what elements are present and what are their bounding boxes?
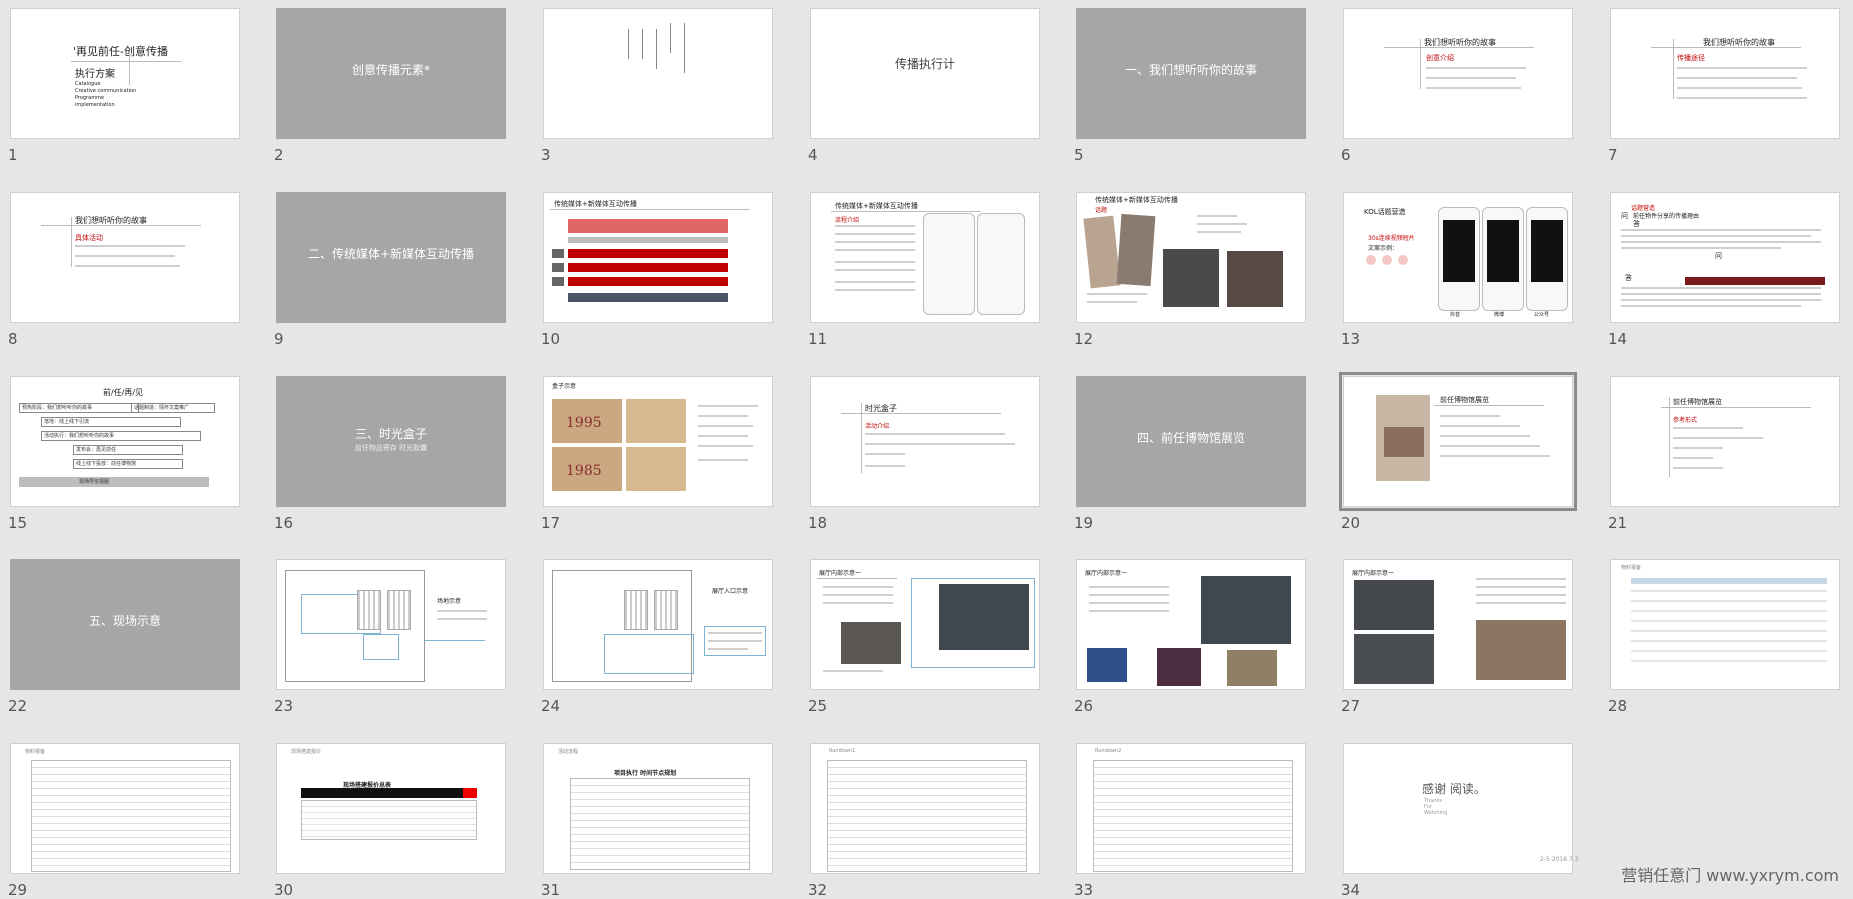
slide-number: 21 bbox=[1608, 514, 1628, 532]
slide-title: 我们想听听你的故事 bbox=[1424, 38, 1496, 47]
slide-title: 现场搭建报价 bbox=[291, 749, 322, 755]
slide-title: 传统媒体+新媒体互动传播 bbox=[554, 200, 637, 208]
slide-number: 13 bbox=[1341, 330, 1361, 348]
slide-number: 23 bbox=[274, 697, 294, 715]
slide-number: 11 bbox=[808, 330, 828, 348]
slide-title: '再见前任-创意传播 bbox=[73, 45, 168, 58]
slide-title: 展厅入口示意 bbox=[712, 588, 749, 595]
slide-title: 传统媒体+新媒体互动传播 bbox=[835, 202, 918, 210]
slide-number: 34 bbox=[1341, 881, 1361, 899]
slide-number: 30 bbox=[274, 881, 294, 899]
slide-title: 三、时光盒子 bbox=[354, 427, 427, 441]
slide-number: 16 bbox=[274, 514, 294, 532]
slide-number: 15 bbox=[8, 514, 28, 532]
slide-number: 32 bbox=[808, 881, 828, 899]
slide-title: 创意传播元素* bbox=[351, 63, 430, 77]
slide-title: 时光盒子 bbox=[865, 404, 897, 413]
slide-title: KOL话题营造 bbox=[1364, 208, 1406, 216]
slide-title: 展厅内部示意一 bbox=[1352, 570, 1395, 577]
slide-title: 活动流程 bbox=[558, 749, 579, 755]
slide-number: 33 bbox=[1074, 881, 1094, 899]
slide-title: 物料报备 bbox=[1621, 565, 1642, 571]
corner-date-label: 2-5 2018.7.3 bbox=[1540, 856, 1579, 863]
slide-title: 展厅内部示意一 bbox=[1085, 570, 1128, 577]
slide-number: 3 bbox=[541, 146, 551, 164]
slide-title: 四、前任博物馆展览 bbox=[1136, 431, 1245, 445]
slide-title: 感谢 阅读。 bbox=[1422, 782, 1486, 796]
slide-title: 我们想听听你的故事 bbox=[75, 216, 147, 225]
slide-number: 10 bbox=[541, 330, 561, 348]
site-watermark: 营销任意门 www.yxrym.com bbox=[1621, 866, 1839, 885]
slide-title: 传统媒体+新媒体互动传播 bbox=[1095, 196, 1178, 204]
slide-number: 5 bbox=[1074, 146, 1084, 164]
slide-number: 22 bbox=[8, 697, 28, 715]
slide-title: 场地示意 bbox=[437, 598, 462, 605]
slide-number: 29 bbox=[8, 881, 28, 899]
slide-number: 7 bbox=[1608, 146, 1618, 164]
slide-title: 前任博物馆展览 bbox=[1673, 398, 1722, 406]
slide-title: 物料报备 bbox=[25, 749, 46, 755]
slide-title: 传播执行计 bbox=[894, 57, 955, 71]
slide-title: 我们想听听你的故事 bbox=[1703, 38, 1775, 47]
slide-number: 1 bbox=[8, 146, 18, 164]
slide-number: 27 bbox=[1341, 697, 1361, 715]
slide-title: 展厅内部示意一 bbox=[819, 570, 862, 577]
slide-number: 19 bbox=[1074, 514, 1094, 532]
slide-number: 12 bbox=[1074, 330, 1094, 348]
slide-title: 盒子示意 bbox=[552, 383, 577, 390]
slide-number: 4 bbox=[808, 146, 818, 164]
slide-title: 五、现场示意 bbox=[88, 614, 161, 628]
slide-number: 25 bbox=[808, 697, 828, 715]
slide-number: 8 bbox=[8, 330, 18, 348]
slide-title: Rundown1 bbox=[829, 748, 856, 754]
slide-number: 9 bbox=[274, 330, 284, 348]
slide-number: 2 bbox=[274, 146, 284, 164]
slide-number: 28 bbox=[1608, 697, 1628, 715]
slide-number: 18 bbox=[808, 514, 828, 532]
slide-number: 6 bbox=[1341, 146, 1351, 164]
slide-number: 26 bbox=[1074, 697, 1094, 715]
slide-number: 14 bbox=[1608, 330, 1628, 348]
slide-subtitle: 执行方案 bbox=[75, 69, 115, 80]
slide-title: 一、我们想听听你的故事 bbox=[1124, 63, 1257, 77]
slide-title: 前任博物馆展览 bbox=[1440, 396, 1489, 404]
slide-title: 二、传统媒体+新媒体互动传播 bbox=[307, 247, 475, 261]
slide-number: 17 bbox=[541, 514, 561, 532]
slide-number: 20 bbox=[1341, 514, 1361, 532]
slide-number: 24 bbox=[541, 697, 561, 715]
slide-title: Rundown2 bbox=[1095, 748, 1122, 754]
slide-number: 31 bbox=[541, 881, 561, 899]
slide-title: 前/任/再/见 bbox=[103, 388, 144, 397]
